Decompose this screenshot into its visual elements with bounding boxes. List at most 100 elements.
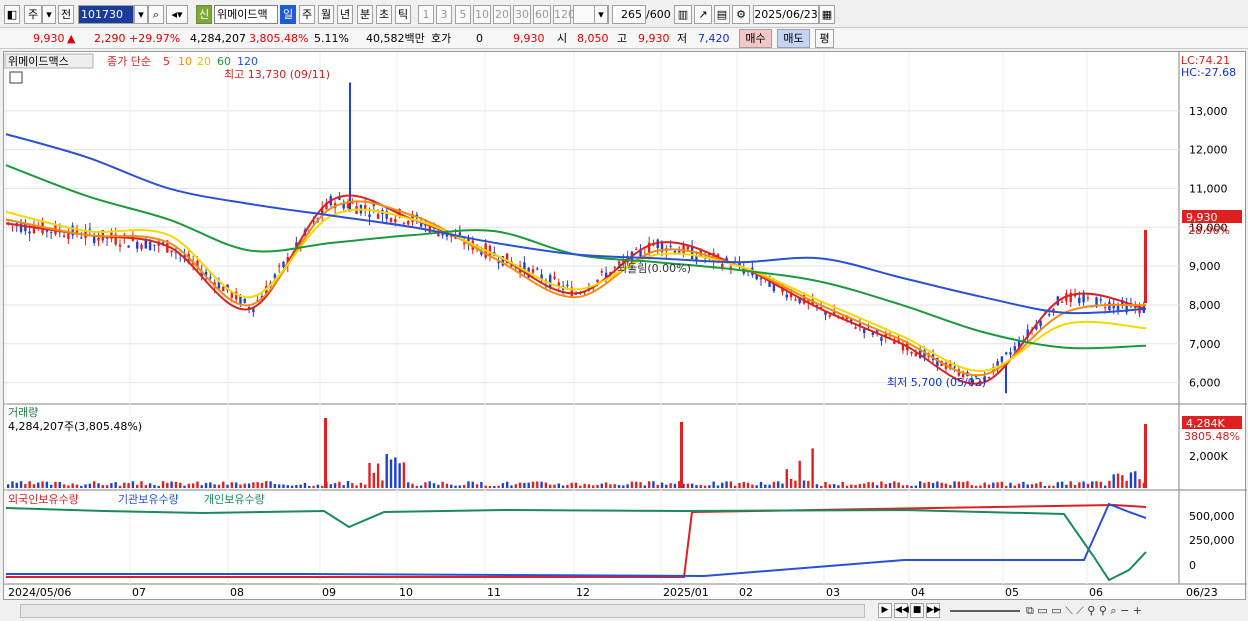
volume-bar [437,484,440,488]
volume-bar [191,483,195,488]
chart-area[interactable]: 위메이드맥스 종가 단순 5 10 20 60 120 최고 13,730 (0… [3,51,1247,601]
x-tick: 09 [322,586,336,599]
candle-body [273,274,277,278]
scroll-right-icon[interactable]: ▶ [878,603,892,618]
period-month-tab[interactable]: 월 [318,5,334,24]
tool-icon[interactable]: ↗ [694,5,712,24]
calendar-icon[interactable]: ▦ [819,5,835,24]
volume-bar [923,482,926,488]
candle-body [1078,297,1081,304]
volume-bar [703,485,707,488]
interval-120[interactable]: 120 [553,5,575,24]
chevron-down-icon[interactable]: ▾ [594,5,608,24]
save-icon[interactable]: ▤ [714,5,730,24]
rewind-icon[interactable]: ◀◀ [894,603,909,618]
legend-foreign[interactable]: 외국인보유수량 [8,493,79,506]
sell-button[interactable]: 매도 [777,29,810,48]
scroll-bar[interactable]: ▶ ◀◀ ■ ▶▶ ⧉ ▭ ▭ ⟍ ⟋ ⚲ ⚲ ⌕ − + [0,601,1248,621]
volume-bar [462,484,466,488]
period-day-tab[interactable]: 일 [280,5,296,24]
ma-5-label[interactable]: 5 [163,55,170,68]
volume-bar [789,478,793,488]
volume-bar [166,482,169,488]
interval-3[interactable]: 3 [436,5,452,24]
volume-bar [505,481,509,488]
indicator-icon[interactable]: ▥ [674,5,692,24]
x-tick: 12 [576,586,590,599]
volume-bar [282,484,285,488]
interval-20[interactable]: 20 [493,5,511,24]
period-prefix-select[interactable]: 주 [24,5,42,24]
candle-body [389,218,393,222]
period-second-tab[interactable]: 초 [376,5,392,24]
volume-bar [759,481,763,488]
candle-body [536,268,539,270]
speaker-icon[interactable]: ◂▾ [166,5,188,24]
chevron-down-icon[interactable]: ▾ [134,5,148,24]
toolbar: ◧ 주 ▾ 전 101730 ▾ ⌕ ◂▾ 신 위메이드맥 일 주 월 년 분 … [0,0,1248,28]
zoom-slider[interactable] [950,610,1020,612]
volume-bar [381,480,384,488]
volume-bar [755,485,758,488]
stock-code-input[interactable]: 101730 [78,5,134,24]
eval-button[interactable]: 평 [815,29,834,48]
high-label: 고 [617,32,628,45]
moving-averages [5,133,1147,385]
volume-title[interactable]: 거래량 [8,406,38,419]
volume-bar [256,482,259,488]
legend-individual[interactable]: 개인보유수량 [204,493,265,506]
stock-name-field[interactable]: 위메이드맥 [214,5,278,24]
chevron-down-icon[interactable]: ▾ [42,5,56,24]
candle-body [170,250,173,253]
candle-body [140,244,143,250]
interval-10[interactable]: 10 [473,5,491,24]
period-tick-tab[interactable]: 틱 [395,5,411,24]
volume-bar [471,481,474,488]
interval-30[interactable]: 30 [513,5,531,24]
forward-icon[interactable]: ▶▶ [926,603,941,618]
period-week-tab[interactable]: 주 [299,5,315,24]
stock-tag[interactable]: 위메이드맥스 [8,55,69,68]
ma-120-label[interactable]: 120 [237,55,258,68]
volume-bar [738,482,741,488]
interval-60[interactable]: 60 [533,5,551,24]
candle-body [669,245,672,247]
candle-body [148,241,152,250]
window-icon[interactable]: ◧ [4,5,20,24]
volume-bar [553,484,556,488]
candle-body [553,276,556,279]
bid-value: 0 [476,32,483,45]
buy-button[interactable]: 매수 [739,29,772,48]
volume-bar [536,481,539,488]
gear-icon[interactable]: ⚙ [732,5,750,24]
volume-bar [1086,483,1090,488]
volume-bar [523,482,526,488]
interval-5[interactable]: 5 [455,5,471,24]
up-arrow-icon: ▲ [67,32,76,45]
volume-bar [540,481,543,488]
date-input[interactable]: 2025/06/23 [753,5,819,24]
legend-institution[interactable]: 기관보유수량 [118,493,179,506]
candle-body [613,267,616,269]
prev-button[interactable]: 전 [58,5,74,24]
volume-bar [1000,481,1004,488]
stop-icon[interactable]: ■ [910,603,924,618]
period-minute-tab[interactable]: 분 [357,5,373,24]
period-year-tab[interactable]: 년 [337,5,353,24]
volume-bar [424,482,427,488]
chart-tools[interactable]: ⧉ ▭ ▭ ⟍ ⟋ ⚲ ⚲ ⌕ − + [1026,603,1226,618]
search-icon[interactable]: ⌕ [148,5,164,24]
scroll-track[interactable] [20,604,865,618]
ma-10-label[interactable]: 10 [178,55,192,68]
candle-body [458,232,462,235]
new-badge[interactable]: 신 [196,5,212,24]
volume-bar [295,484,298,488]
ma-20-label[interactable]: 20 [197,55,211,68]
table-icon[interactable] [9,71,23,84]
interval-1[interactable]: 1 [418,5,434,24]
volume-bar [652,481,655,488]
candle-body [1082,294,1085,303]
ma-60-label[interactable]: 60 [217,55,231,68]
stock-chart[interactable]: 위메이드맥스 종가 단순 5 10 20 60 120 최고 13,730 (0… [4,52,1247,601]
count-input[interactable]: 265 [612,5,646,24]
